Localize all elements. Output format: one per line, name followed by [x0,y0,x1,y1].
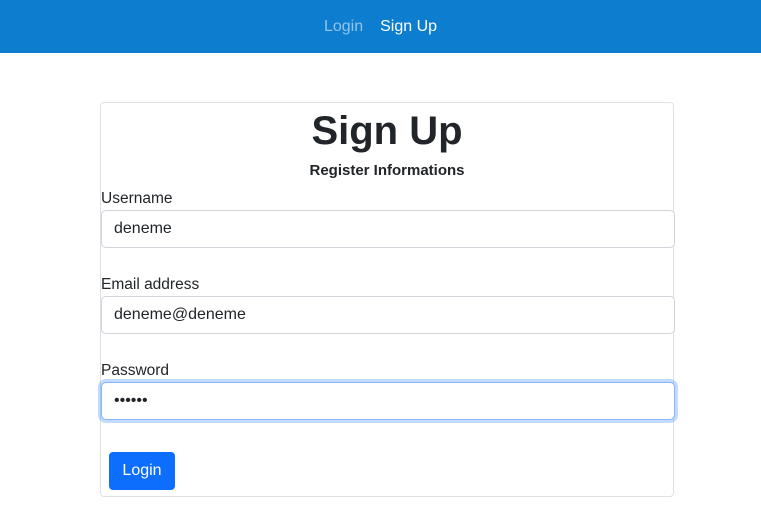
nav-link-signup[interactable]: Sign Up [380,18,437,36]
username-input[interactable] [101,210,675,248]
form-subtitle: Register Informations [309,162,465,179]
password-label: Password [101,362,170,379]
signup-card: Sign Up Register Informations Username E… [100,102,675,497]
password-input[interactable] [101,382,675,420]
username-label: Username [101,190,173,207]
email-label: Email address [101,276,200,293]
login-button[interactable]: Login [109,452,175,490]
page-title: Sign Up [311,109,463,153]
nav-link-login[interactable]: Login [324,18,363,36]
top-navbar: Login Sign Up [0,0,761,53]
email-input[interactable] [101,296,675,334]
